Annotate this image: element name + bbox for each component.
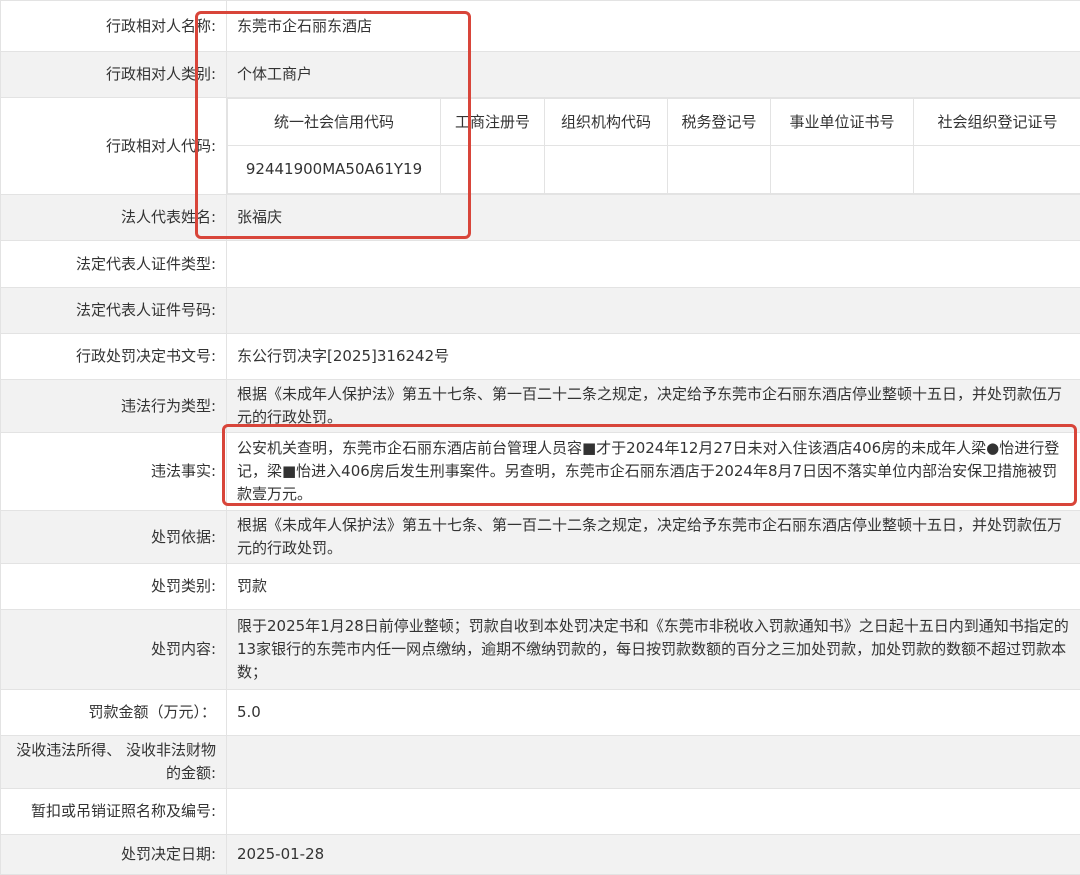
row-amount: 罚款金额（万元）： 5.0 xyxy=(1,690,1080,736)
value-penalty-content: 限于2025年1月28日前停业整顿；罚款自收到本处罚决定书和《东莞市非税收入罚款… xyxy=(227,610,1080,690)
code-header-org-code: 组织机构代码 xyxy=(545,99,668,146)
label-license: 暂扣或吊销证照名称及编号: xyxy=(1,789,227,835)
value-basis: 根据《未成年人保护法》第五十七条、第一百二十二条之规定，决定给予东莞市企石丽东酒… xyxy=(227,511,1080,564)
code-value-org-code xyxy=(545,146,668,194)
code-value-uscc: 92441900MA50A61Y19 xyxy=(228,146,441,194)
value-legal-rep: 张福庆 xyxy=(227,195,1080,241)
penalty-info-table: 行政相对人名称: 东莞市企石丽东酒店 行政相对人类别: 个体工商户 行政相对人代… xyxy=(0,0,1080,875)
label-decision-no: 行政处罚决定书文号: xyxy=(1,334,227,380)
value-facts: 公安机关查明，东莞市企石丽东酒店前台管理人员容■才于2024年12月27日未对入… xyxy=(227,433,1080,511)
code-value-social-org xyxy=(914,146,1080,194)
label-name: 行政相对人名称: xyxy=(1,1,227,52)
code-header-social-org: 社会组织登记证号 xyxy=(914,99,1080,146)
code-value-institution-cert xyxy=(771,146,914,194)
code-header-uscc: 统一社会信用代码 xyxy=(228,99,441,146)
row-penalty-type: 处罚类别: 罚款 xyxy=(1,564,1080,610)
code-value-business-reg xyxy=(441,146,545,194)
row-facts: 违法事实: 公安机关查明，东莞市企石丽东酒店前台管理人员容■才于2024年12月… xyxy=(1,433,1080,511)
code-header-institution-cert: 事业单位证书号 xyxy=(771,99,914,146)
row-confiscation: 没收违法所得、 没收非法财物的金额: xyxy=(1,736,1080,789)
value-decision-date: 2025-01-28 xyxy=(227,835,1080,875)
value-penalty-type: 罚款 xyxy=(227,564,1080,610)
row-name: 行政相对人名称: 东莞市企石丽东酒店 xyxy=(1,1,1080,52)
label-penalty-content: 处罚内容: xyxy=(1,610,227,690)
code-subtable: 统一社会信用代码 工商注册号 组织机构代码 税务登记号 事业单位证书号 社会组织… xyxy=(227,98,1080,194)
value-decision-no: 东公行罚决字[2025]316242号 xyxy=(227,334,1080,380)
row-basis: 处罚依据: 根据《未成年人保护法》第五十七条、第一百二十二条之规定，决定给予东莞… xyxy=(1,511,1080,564)
row-legal-rep: 法人代表姓名: 张福庆 xyxy=(1,195,1080,241)
value-id-number xyxy=(227,288,1080,334)
label-penalty-type: 处罚类别: xyxy=(1,564,227,610)
value-id-type xyxy=(227,241,1080,288)
row-code: 行政相对人代码: 统一社会信用代码 工商注册号 组织机构代码 税务登记号 事业单… xyxy=(1,98,1080,195)
code-header-business-reg: 工商注册号 xyxy=(441,99,545,146)
row-category: 行政相对人类别: 个体工商户 xyxy=(1,52,1080,98)
label-code: 行政相对人代码: xyxy=(1,98,227,195)
row-penalty-content: 处罚内容: 限于2025年1月28日前停业整顿；罚款自收到本处罚决定书和《东莞市… xyxy=(1,610,1080,690)
value-category: 个体工商户 xyxy=(227,52,1080,98)
label-category: 行政相对人类别: xyxy=(1,52,227,98)
value-amount: 5.0 xyxy=(227,690,1080,736)
value-license xyxy=(227,789,1080,835)
value-name: 东莞市企石丽东酒店 xyxy=(227,1,1080,52)
label-basis: 处罚依据: xyxy=(1,511,227,564)
code-cell: 统一社会信用代码 工商注册号 组织机构代码 税务登记号 事业单位证书号 社会组织… xyxy=(227,98,1080,195)
row-id-number: 法定代表人证件号码: xyxy=(1,288,1080,334)
value-violation-type: 根据《未成年人保护法》第五十七条、第一百二十二条之规定，决定给予东莞市企石丽东酒… xyxy=(227,380,1080,433)
row-id-type: 法定代表人证件类型: xyxy=(1,241,1080,288)
label-violation-type: 违法行为类型: xyxy=(1,380,227,433)
row-violation-type: 违法行为类型: 根据《未成年人保护法》第五十七条、第一百二十二条之规定，决定给予… xyxy=(1,380,1080,433)
label-confiscation: 没收违法所得、 没收非法财物的金额: xyxy=(1,736,227,789)
label-legal-rep: 法人代表姓名: xyxy=(1,195,227,241)
label-decision-date: 处罚决定日期: xyxy=(1,835,227,875)
row-decision-no: 行政处罚决定书文号: 东公行罚决字[2025]316242号 xyxy=(1,334,1080,380)
label-id-type: 法定代表人证件类型: xyxy=(1,241,227,288)
row-decision-date: 处罚决定日期: 2025-01-28 xyxy=(1,835,1080,875)
code-header-tax-reg: 税务登记号 xyxy=(668,99,771,146)
row-license: 暂扣或吊销证照名称及编号: xyxy=(1,789,1080,835)
code-value-tax-reg xyxy=(668,146,771,194)
label-amount: 罚款金额（万元）： xyxy=(1,690,227,736)
label-id-number: 法定代表人证件号码: xyxy=(1,288,227,334)
label-facts: 违法事实: xyxy=(1,433,227,511)
value-confiscation xyxy=(227,736,1080,789)
